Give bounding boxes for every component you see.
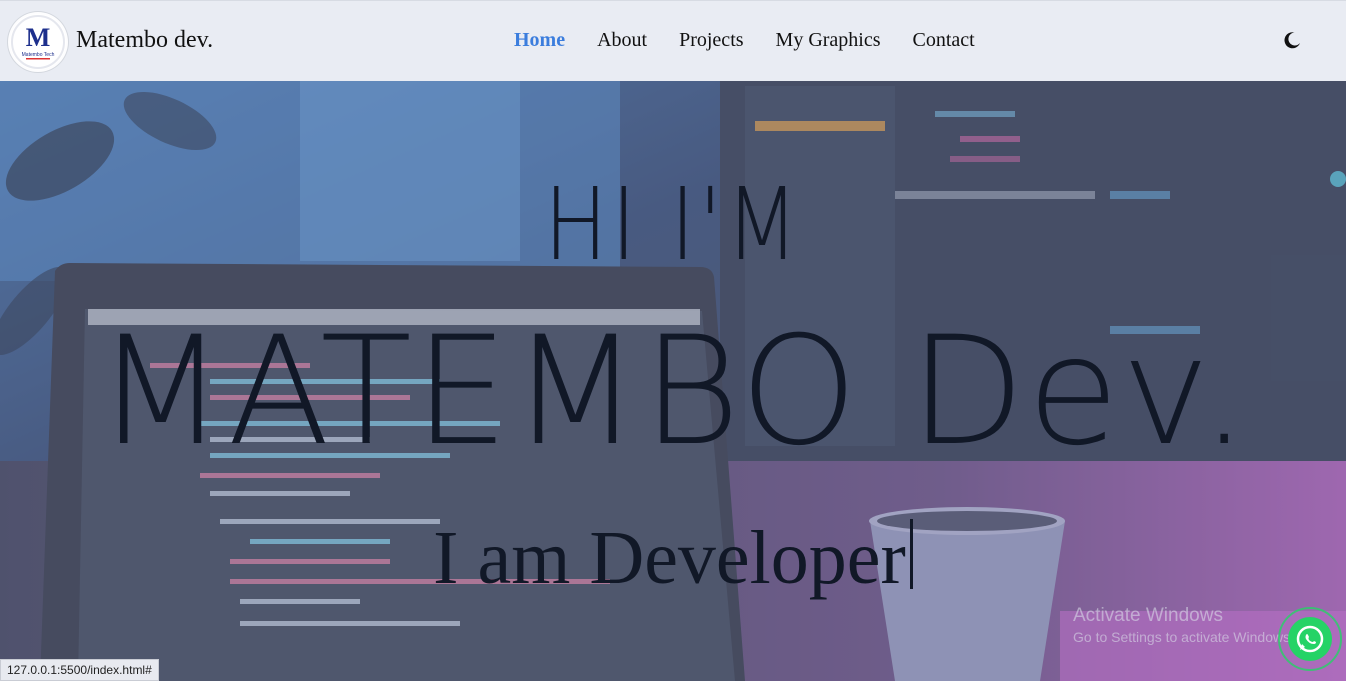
logo-sub: Matembo Tech (22, 52, 55, 58)
nav-projects[interactable]: Projects (679, 29, 743, 52)
hero-role: I am Developer (0, 519, 1346, 596)
hero-name: MATEMBO Dev. (95, 305, 1251, 479)
nav-my-graphics[interactable]: My Graphics (776, 29, 881, 52)
activate-subtitle: Go to Settings to activate Windows. (1073, 629, 1294, 645)
logo-image: M Matembo Tech (10, 14, 66, 70)
nav-home[interactable]: Home (514, 29, 565, 52)
nav-about[interactable]: About (597, 29, 647, 52)
activate-windows-watermark: Activate Windows Go to Settings to activ… (1073, 605, 1294, 645)
hero-section: HI I'M MATEMBO Dev. I am Developer Activ… (0, 81, 1346, 681)
activate-title: Activate Windows (1073, 605, 1223, 626)
status-bar-url: 127.0.0.1:5500/index.html# (0, 659, 159, 681)
brand-name[interactable]: Matembo dev. (76, 27, 213, 54)
hero-role-text: I am Developer (433, 516, 906, 600)
navbar: M Matembo Tech Matembo dev. Home About P… (0, 0, 1346, 81)
logo[interactable]: M Matembo Tech (8, 12, 68, 72)
hero-greeting: HI I'M (543, 166, 803, 283)
main-nav: Home About Projects My Graphics Contact (514, 29, 975, 52)
nav-contact[interactable]: Contact (913, 29, 975, 52)
theme-toggle-button[interactable] (1282, 30, 1302, 50)
whatsapp-button[interactable] (1278, 607, 1342, 671)
page: M Matembo Tech Matembo dev. Home About P… (0, 0, 1346, 681)
moon-icon (1284, 32, 1300, 49)
logo-letter: M (26, 23, 51, 52)
typing-cursor (909, 519, 913, 589)
whatsapp-icon (1278, 607, 1342, 671)
